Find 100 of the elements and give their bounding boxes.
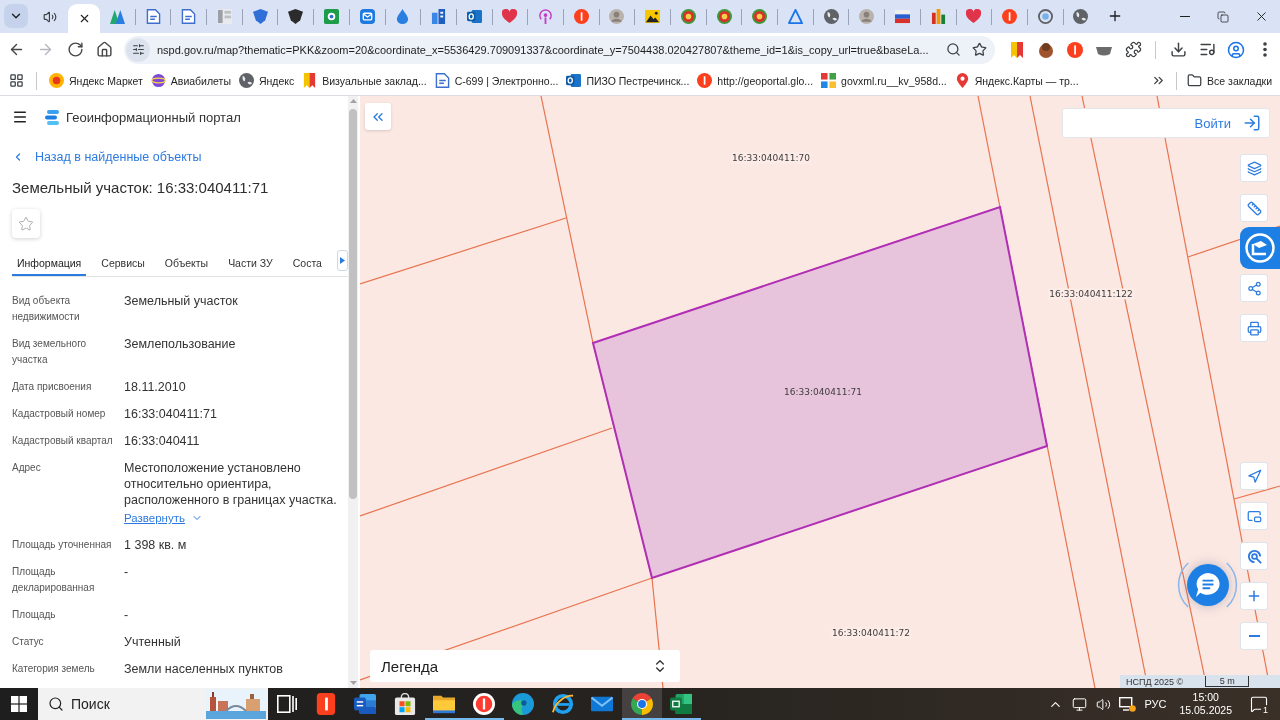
document-icon — [434, 73, 450, 88]
share-button[interactable] — [1240, 274, 1268, 302]
start-icon — [11, 696, 27, 712]
minimize-icon — [1180, 15, 1190, 18]
bookmark-item[interactable]: ПИЗО Пестречинск... — [562, 68, 694, 93]
notification-count: 1 — [1261, 705, 1270, 715]
tile-logo-icon — [323, 9, 339, 24]
field-value: - — [124, 564, 130, 581]
caret-right-icon — [339, 257, 345, 264]
address-bar[interactable]: nspd.gov.ru/map?thematic=PKK&zoom=20&coordinate_x=5536429.709091337&coordinate_y=7504438.020427807&theme_id=1&is_copy_url=true&baseLa... — [124, 35, 995, 64]
scrollbar-thumb[interactable] — [349, 109, 357, 499]
target-icon — [680, 9, 696, 24]
back-link[interactable]: Назад в найденные объекты — [12, 150, 202, 164]
spreadsheet-app-icon — [670, 693, 693, 715]
bookmark-item[interactable]: Авиабилеты — [146, 68, 235, 93]
info-tab[interactable]: Части ЗУ — [223, 250, 278, 276]
folder-icon — [1187, 73, 1203, 88]
message-icon — [1196, 573, 1220, 597]
portal-logo-icon — [45, 109, 59, 125]
bookmark-item[interactable]: Яндекс.Карты — тр... — [950, 68, 1083, 93]
info-tab[interactable]: Информация — [12, 250, 87, 276]
layers-button[interactable] — [1240, 154, 1268, 182]
scroll-down-icon — [349, 681, 357, 685]
bookmark-item[interactable]: С-699 | Электронно... — [430, 68, 563, 93]
heart-icon — [966, 9, 982, 24]
legend-bar[interactable]: Легенда — [370, 650, 680, 682]
forward-icon — [37, 41, 54, 58]
search-icon — [48, 696, 64, 712]
clock-time: 15:00 — [1192, 691, 1219, 704]
expand-link[interactable]: Развернуть — [124, 510, 203, 526]
field-value: 18.11.2010 — [124, 379, 187, 395]
document-app-icon — [354, 693, 377, 715]
notification-icon — [1250, 695, 1268, 713]
cursor-arrow-icon — [1246, 468, 1262, 484]
bar-chart-icon — [930, 9, 946, 24]
ruler-button[interactable] — [1240, 194, 1268, 222]
print-button[interactable] — [1240, 314, 1268, 342]
shield-icon — [252, 9, 268, 24]
taskbar-app[interactable] — [622, 688, 662, 720]
tabs-scroll-button[interactable] — [336, 250, 348, 271]
login-icon — [1243, 114, 1261, 132]
field-label: Кадастровый квартал — [12, 434, 114, 448]
flag-icon — [894, 9, 910, 24]
round-logo-icon — [573, 9, 589, 24]
field-label: Категория земель — [12, 662, 96, 676]
triangle-logo-icon — [787, 9, 803, 24]
bookmark-icon — [1009, 41, 1025, 58]
picture-in-picture-icon — [1246, 508, 1262, 524]
bookmark-item[interactable]: http://geoportal.glo... — [693, 68, 818, 93]
minus-icon — [1248, 635, 1260, 637]
task-view-icon — [277, 695, 297, 713]
zoom-out-button[interactable] — [1240, 622, 1268, 650]
app-logo-icon — [314, 693, 337, 715]
minimap-button[interactable] — [1240, 502, 1268, 530]
object-title: Земельный участок: 16:33:040411:71 — [12, 178, 270, 198]
ring-search-button[interactable] — [1240, 542, 1268, 570]
bookmark-item[interactable]: Визуальные заклад... — [298, 68, 431, 93]
side-tab-button[interactable] — [1240, 227, 1280, 269]
printer-icon — [1246, 320, 1262, 336]
menu-button[interactable] — [12, 109, 28, 125]
heart-icon — [502, 9, 518, 24]
music-list-icon — [1198, 41, 1216, 58]
map-pin-icon — [954, 73, 970, 88]
tab-search-button[interactable] — [4, 4, 28, 28]
info-tab[interactable]: Сервисы — [96, 250, 150, 276]
notifications-button[interactable]: 1 — [1244, 690, 1274, 718]
field-label: Кадастровый номер — [12, 407, 107, 421]
scrollbar[interactable] — [348, 96, 358, 688]
restore-icon — [1217, 10, 1229, 23]
chat-button[interactable] — [1187, 564, 1229, 606]
ringed-logo-icon — [472, 693, 495, 715]
collapse-panel-button[interactable] — [365, 103, 391, 130]
avatar-icon — [609, 9, 625, 24]
dot-circle-icon — [49, 73, 64, 88]
language-indicator[interactable]: РУС — [1143, 690, 1168, 718]
info-tab[interactable]: Соста — [287, 250, 327, 276]
document-icon — [181, 9, 197, 24]
star-icon — [971, 42, 987, 57]
field-value: 16:33:040411 — [124, 433, 201, 449]
round-logo-icon — [697, 73, 713, 88]
field-value: Земли населенных пунктов — [124, 661, 284, 677]
ring-icon — [1037, 9, 1053, 24]
navigation-button[interactable] — [1240, 462, 1268, 490]
bookmark-item[interactable]: Яндекс — [234, 68, 299, 93]
login-button[interactable]: Войти — [1194, 114, 1261, 132]
all-bookmarks-button[interactable]: Все закладки — [1183, 68, 1276, 93]
field-label: Вид земельного участка — [12, 337, 88, 367]
building-icon — [431, 9, 447, 24]
bookmark-item[interactable]: Яндекс Маркет — [45, 68, 147, 93]
site-info-button[interactable] — [126, 37, 150, 62]
info-tab[interactable]: Объекты — [159, 250, 214, 276]
profile-icon — [1227, 40, 1245, 59]
swirl-logo-icon — [512, 693, 535, 715]
zoom-in-button[interactable] — [1240, 582, 1268, 610]
field-value: Землепользование — [124, 336, 237, 353]
globe-icon — [1073, 9, 1089, 24]
field-value: 1 398 кв. м — [124, 537, 188, 553]
bookmark-item[interactable]: govxml.ru__kv_958d... — [817, 68, 951, 93]
parcel-label: 16:33:040411:122 — [1048, 288, 1134, 300]
shield-icon — [288, 9, 304, 24]
